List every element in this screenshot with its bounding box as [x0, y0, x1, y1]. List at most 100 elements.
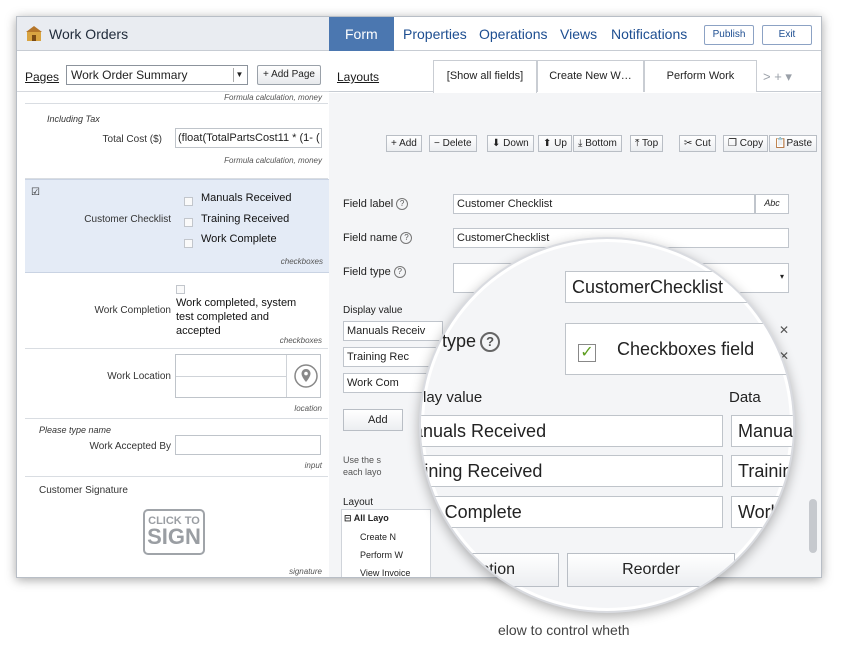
map-pin-icon[interactable] [294, 364, 318, 388]
help-icon[interactable]: ? [396, 198, 409, 210]
reorder-button[interactable]: Reorder [567, 553, 735, 587]
layout-tab-create-new[interactable]: Create New W… [537, 60, 644, 92]
help-icon[interactable]: ? [393, 266, 406, 278]
move-down-button[interactable]: ⬇ Down [487, 135, 534, 152]
checkbox-label: Training Received [201, 213, 290, 225]
checkbox[interactable] [184, 218, 193, 227]
layout-item[interactable]: Create N [360, 532, 396, 542]
click-to-sign-button[interactable]: CLICK TO SIGN [143, 509, 205, 555]
data-value-label: Data [729, 389, 761, 406]
cut-button[interactable]: ✂ Cut [679, 135, 716, 152]
checkbox[interactable] [184, 239, 193, 248]
form-preview-lower[interactable]: Work Completion Work completed, system t… [25, 273, 328, 577]
customer-checklist-field[interactable]: ☑ Customer Checklist Manuals Received Tr… [25, 179, 329, 273]
layout-tabs-more[interactable]: > + ▾ [763, 69, 792, 85]
checkbox[interactable] [176, 285, 185, 294]
layout-item[interactable]: Perform W [360, 550, 403, 560]
exit-button[interactable]: Exit [762, 25, 812, 45]
add-page-label: Add Page [271, 69, 315, 80]
page-select-value: Work Order Summary [71, 68, 188, 82]
delete-field-button[interactable]: − Delete [429, 135, 477, 152]
field-label: Work Completion [94, 305, 171, 316]
layouts-bar: Layouts [Show all fields] Create New W… … [329, 52, 821, 93]
move-bottom-button[interactable]: ⤓ Bottom [573, 135, 622, 152]
field-type-value: Checkboxes field [617, 339, 755, 359]
add-page-button[interactable]: + Add Page [257, 65, 321, 85]
paste-icon: 📋 [774, 138, 787, 149]
move-up-label: Up [554, 138, 567, 149]
main-tabs: Form Properties Operations Views Notific… [329, 17, 821, 51]
help-icon[interactable]: ? [400, 232, 413, 244]
move-bottom-label: Bottom [585, 138, 617, 149]
page-select[interactable]: Work Order Summary ▼ [66, 65, 248, 85]
option-data-input[interactable]: Manual [731, 415, 793, 447]
move-top-button[interactable]: ⤒ Top [630, 135, 664, 152]
text-format-button[interactable]: Abc [755, 194, 789, 214]
layout-tree: ⊟ All Layo Create N Perform W View Invoi… [341, 509, 431, 577]
layout-tab-all-fields[interactable]: [Show all fields] [433, 60, 537, 93]
add-field-label: Add [399, 138, 417, 149]
field-meta: signature [289, 567, 322, 576]
field-meta: checkboxes [280, 257, 323, 266]
field-name-text: Field name [343, 232, 398, 244]
tab-views[interactable]: Views [560, 26, 597, 42]
field-meta: checkboxes [279, 336, 322, 345]
copy-icon: ❐ [728, 138, 740, 149]
option-display-input[interactable]: Manuals Received [421, 415, 723, 447]
chevron-down-icon: ▼ [233, 68, 245, 82]
text-input[interactable] [175, 435, 321, 455]
checkbox-checked-icon: ✓ [578, 344, 596, 362]
tab-form[interactable]: Form [329, 17, 394, 51]
help-icon[interactable]: ? [480, 332, 501, 352]
option-display-input[interactable]: Work Complete [421, 496, 723, 528]
field-type-label: eld type? [419, 331, 501, 352]
option-display-input[interactable]: Training Received [421, 455, 723, 487]
tab-notifications[interactable]: Notifications [611, 26, 687, 42]
copy-label: Copy [739, 138, 764, 149]
field-name-input[interactable]: CustomerChecklist [565, 271, 793, 303]
help-icon[interactable]: ? [446, 278, 467, 298]
layout-group[interactable]: ⊟ All Layo [344, 513, 389, 524]
work-accepted-field[interactable]: Please type name Work Accepted By input [25, 419, 328, 477]
pages-link[interactable]: Pages [25, 70, 59, 84]
field-type-label: Field type? [343, 266, 406, 278]
work-location-field[interactable]: Work Location location [25, 349, 328, 419]
publish-button[interactable]: Publish [704, 25, 754, 45]
copy-button[interactable]: ❐ Copy [723, 135, 769, 152]
field-type-text: eld type [419, 331, 477, 351]
cut-label: Cut [695, 138, 711, 149]
checkbox[interactable] [184, 197, 193, 206]
field-meta: Formula calculation, money [224, 93, 322, 102]
extra-option-button[interactable] [743, 553, 793, 587]
field-name-label: me? [421, 277, 467, 298]
add-option-button[interactable]: Add Option [421, 553, 559, 587]
location-divider [286, 355, 287, 397]
customer-signature-field[interactable]: Customer Signature CLICK TO SIGN signatu… [25, 477, 328, 577]
tab-properties[interactable]: Properties [403, 26, 467, 42]
formula-input[interactable]: (float(TotalPartsCost11 * (1- ( [175, 128, 322, 148]
option-data-input[interactable]: Training [731, 455, 793, 487]
display-value-label: Display value [343, 305, 403, 316]
field-label-input[interactable]: Customer Checklist [453, 194, 755, 214]
plus-icon: + [391, 138, 400, 149]
zoom-lens: me? CustomerChecklist eld type? ✓ Checkb… [419, 237, 795, 613]
layouts-link[interactable]: Layouts [337, 70, 379, 84]
move-up-button[interactable]: ⬆ Up [538, 135, 572, 152]
field-label: Total Cost ($) [102, 134, 162, 145]
plus-icon: + [262, 69, 269, 80]
paste-button[interactable]: 📋Paste [769, 135, 818, 152]
option-data-input[interactable]: Work [731, 496, 793, 528]
field-type-select[interactable]: ✓ Checkboxes field [565, 323, 793, 375]
total-cost-field[interactable]: Including Tax Total Cost ($) (float(Tota… [25, 103, 328, 179]
add-option-button[interactable]: Add [343, 409, 403, 431]
add-field-button[interactable]: + Add [386, 135, 422, 152]
layout-tab-perform-work[interactable]: Perform Work [644, 60, 757, 92]
tab-operations[interactable]: Operations [479, 26, 547, 42]
move-down-label: Down [503, 138, 529, 149]
field-label: Customer Checklist [84, 214, 171, 225]
location-input[interactable] [175, 354, 321, 398]
work-completion-field[interactable]: Work Completion Work completed, system t… [25, 273, 328, 349]
layout-item[interactable]: View Invoice [360, 568, 410, 577]
scrollbar-thumb[interactable] [809, 499, 817, 553]
layout-group-label: All Layo [353, 513, 389, 523]
